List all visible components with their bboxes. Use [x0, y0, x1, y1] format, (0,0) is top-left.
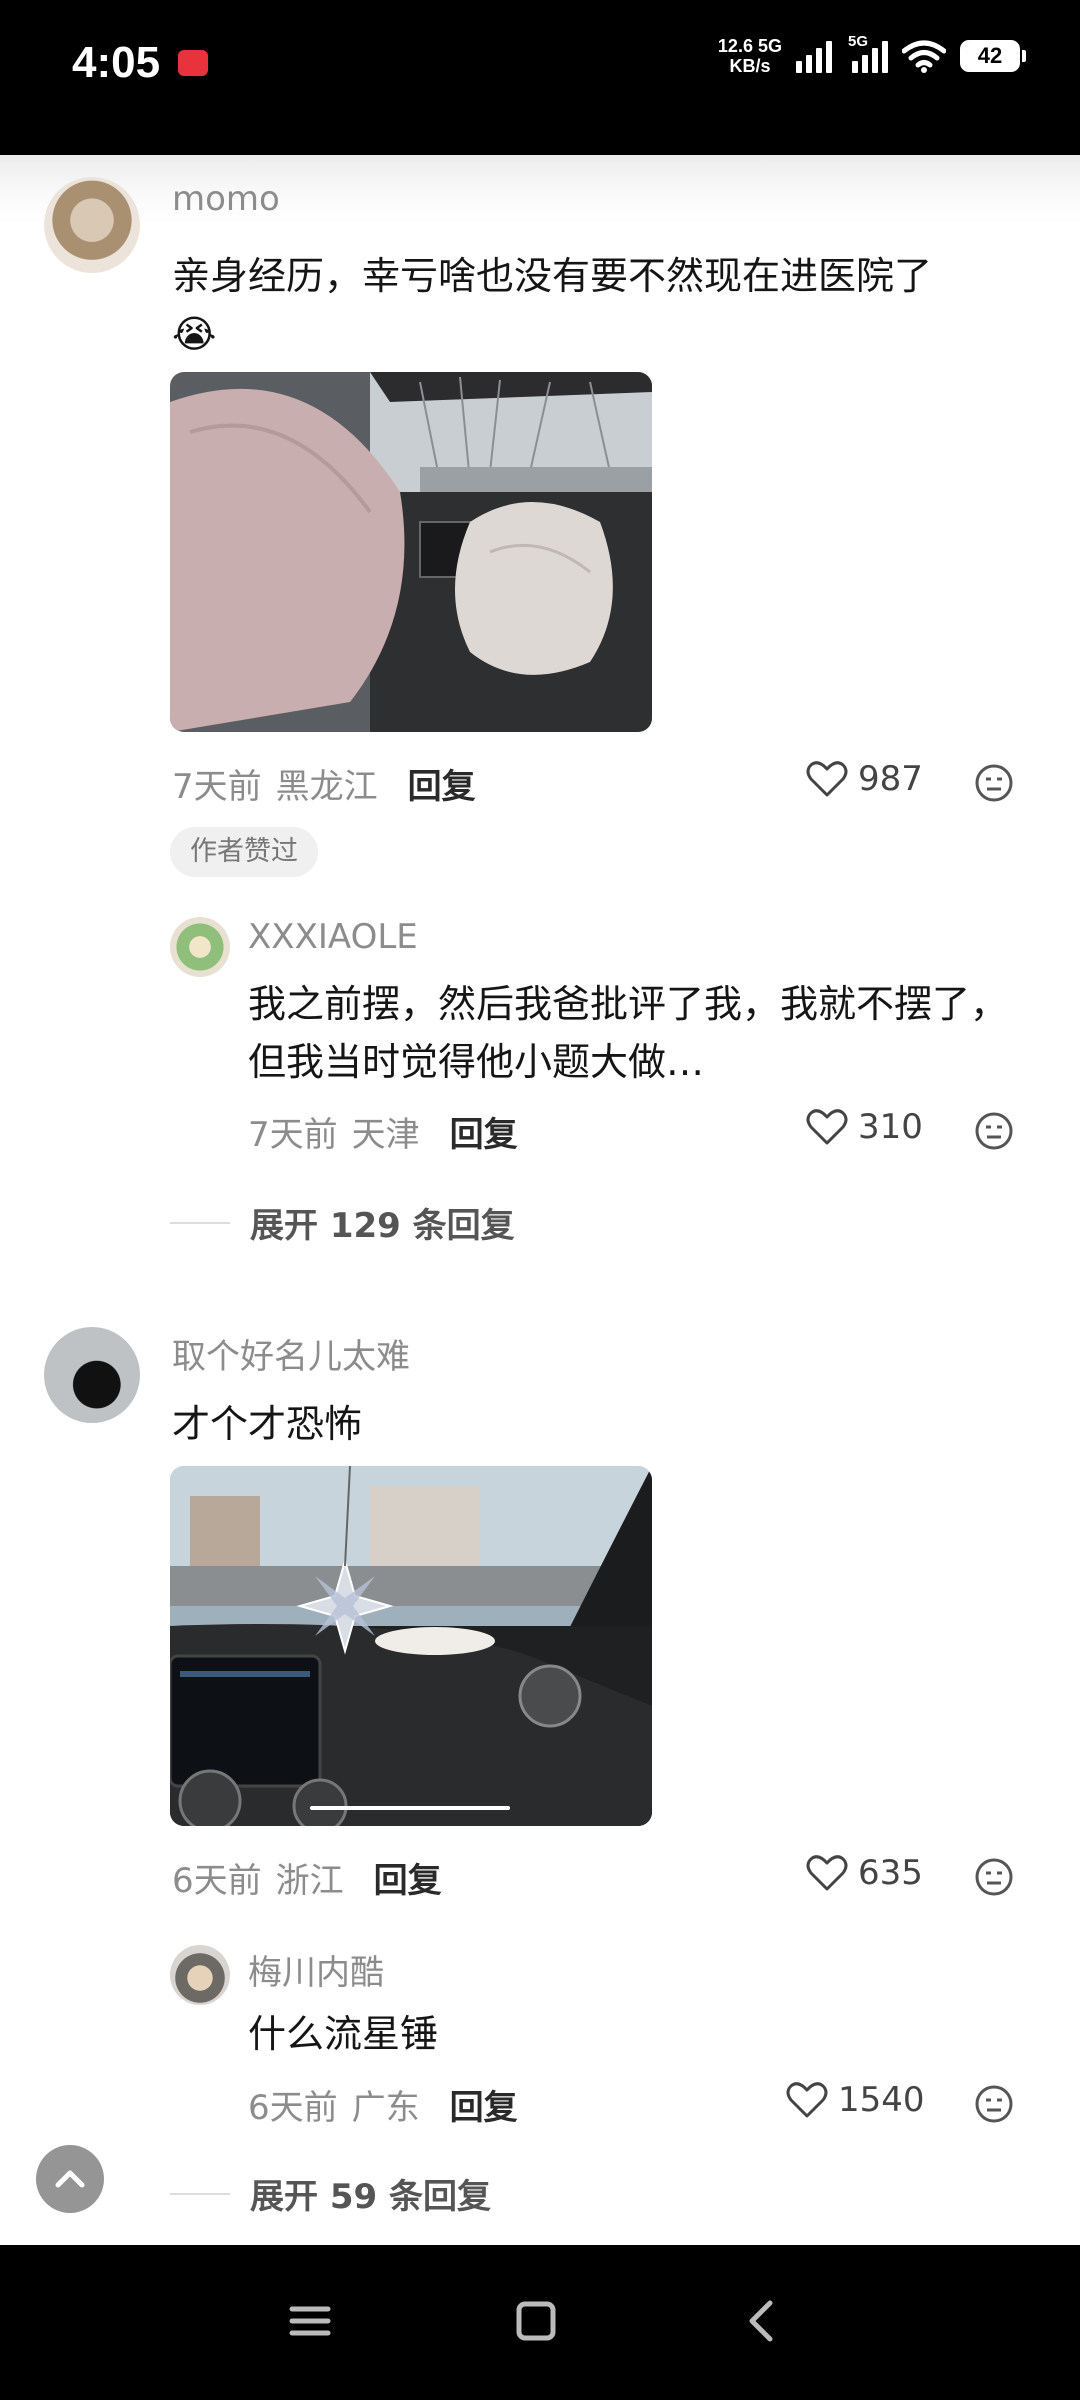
- reply-meta: 7天前 天津 回复: [248, 1107, 518, 1156]
- heart-icon: [806, 761, 848, 797]
- network-speed: 12.6 5G KB/s: [717, 36, 782, 76]
- comment-meta: 6天前 浙江 回复: [172, 1853, 442, 1902]
- dislike-face-icon[interactable]: [974, 2084, 1014, 2124]
- like-count: 310: [858, 1107, 923, 1147]
- avatar[interactable]: [170, 917, 230, 977]
- reply-button[interactable]: 回复: [374, 1853, 442, 1902]
- comment-image-car-ornament[interactable]: [170, 1466, 652, 1826]
- comment-text: 才个才恐怖: [172, 1402, 363, 1446]
- back-icon[interactable]: [732, 2291, 792, 2351]
- signal-icon: [796, 39, 832, 73]
- avatar[interactable]: [44, 177, 140, 273]
- system-nav-bar: [0, 2245, 1080, 2400]
- comment-list[interactable]: momo 亲身经历，幸亏啥也没有要不然现在进医院了 😭 7天前 黑龙江 回复 9…: [0, 155, 1080, 2245]
- dislike-face-icon[interactable]: [974, 1857, 1014, 1897]
- comment-username[interactable]: 取个好名儿太难: [172, 1329, 410, 1378]
- heart-icon: [806, 1855, 848, 1891]
- reply-text: 我之前摆，然后我爸批评了我，我就不摆了，但我当时觉得他小题大做…: [248, 982, 1009, 1084]
- battery-icon: 42: [960, 40, 1026, 72]
- signal-icon: 5G: [848, 33, 888, 73]
- reply-username[interactable]: 梅川内酷: [248, 1945, 384, 1994]
- comment-text: 亲身经历，幸亏啥也没有要不然现在进医院了 😭: [172, 254, 933, 356]
- like-count: 987: [858, 759, 923, 799]
- like-button[interactable]: 635: [806, 1853, 923, 1893]
- like-button[interactable]: 1540: [786, 2080, 925, 2120]
- reply-username[interactable]: XXXIAOLE: [248, 917, 418, 957]
- notification-app-icon: [178, 50, 208, 76]
- like-button[interactable]: 987: [806, 759, 923, 799]
- expand-replies-button[interactable]: 展开 59 条回复: [170, 2169, 491, 2218]
- reply-button[interactable]: 回复: [450, 2080, 518, 2129]
- avatar[interactable]: [170, 1945, 230, 2005]
- like-button[interactable]: 310: [806, 1107, 923, 1147]
- comment-meta: 7天前 黑龙江 回复: [172, 759, 476, 808]
- comment-image-airbag[interactable]: [170, 372, 652, 732]
- crying-emoji-icon: 😭: [172, 312, 217, 356]
- reply-button[interactable]: 回复: [408, 759, 476, 808]
- status-bar: 4:05 12.6 5G KB/s 5G 42: [0, 0, 1080, 155]
- dislike-face-icon[interactable]: [974, 763, 1014, 803]
- reply-text: 什么流星锤: [248, 2012, 439, 2056]
- avatar[interactable]: [44, 1327, 140, 1423]
- reply-button[interactable]: 回复: [450, 1107, 518, 1156]
- heart-icon: [806, 1109, 848, 1145]
- author-liked-badge: 作者赞过: [170, 827, 318, 877]
- home-square-icon[interactable]: [506, 2291, 566, 2351]
- chevron-up-icon: [55, 2170, 85, 2188]
- expand-replies-button[interactable]: 展开 129 条回复: [170, 1198, 515, 1247]
- heart-icon: [786, 2082, 828, 2118]
- scroll-to-top-button[interactable]: [36, 2145, 104, 2213]
- like-count: 1540: [838, 2080, 925, 2120]
- dislike-face-icon[interactable]: [974, 1111, 1014, 1151]
- like-count: 635: [858, 1853, 923, 1893]
- reply-meta: 6天前 广东 回复: [248, 2080, 518, 2129]
- status-time: 4:05: [72, 38, 161, 87]
- menu-icon[interactable]: [280, 2291, 340, 2351]
- wifi-icon: [902, 40, 946, 73]
- comment-username[interactable]: momo: [172, 179, 280, 219]
